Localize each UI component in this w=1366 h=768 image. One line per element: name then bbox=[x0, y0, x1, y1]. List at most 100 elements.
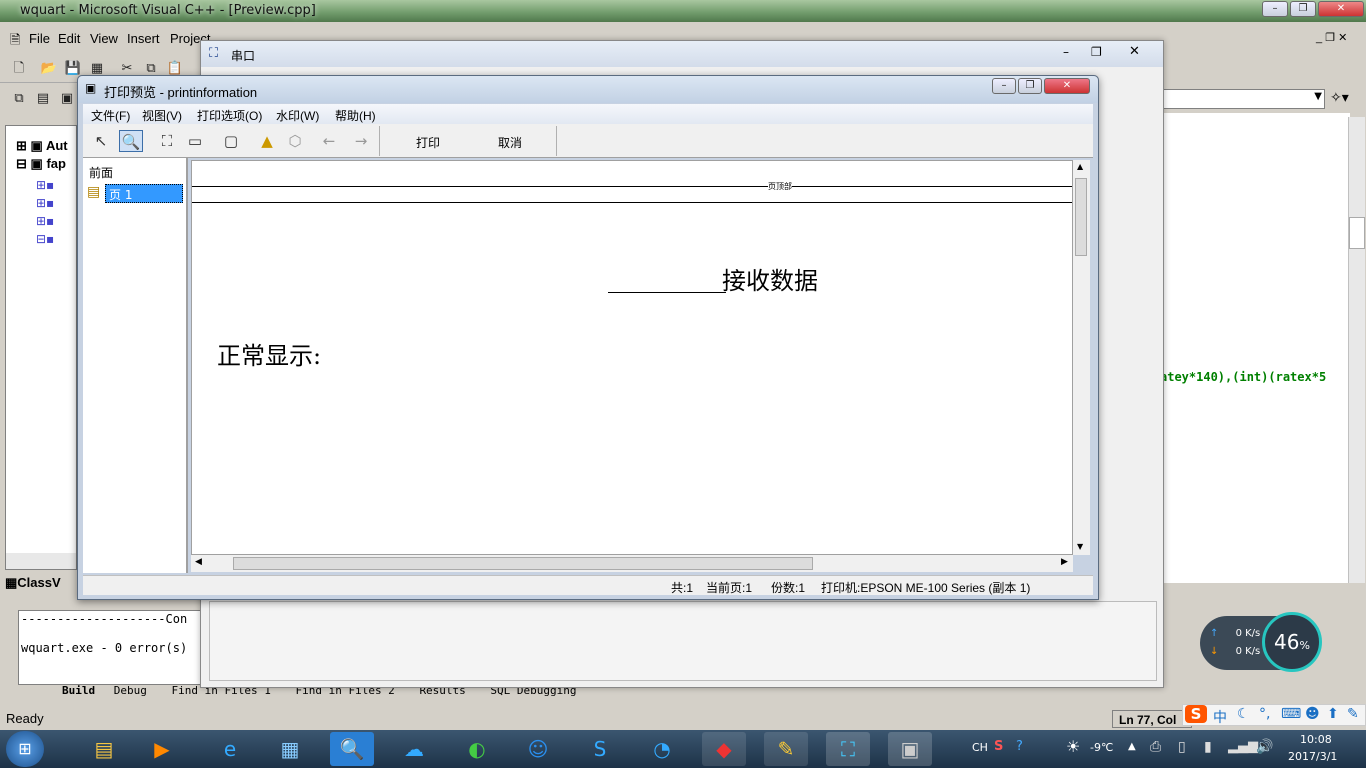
scroll-thumb[interactable] bbox=[1075, 178, 1087, 256]
tab-debug[interactable]: Debug bbox=[114, 684, 147, 697]
serial-minimize[interactable]: – bbox=[1063, 45, 1069, 59]
device-icon[interactable]: ▯ bbox=[1178, 739, 1186, 755]
pointer-icon[interactable]: ↖ bbox=[89, 130, 113, 152]
wrench-icon[interactable]: ✎ bbox=[1347, 706, 1359, 722]
workspace-tree[interactable]: ⊞ ▣ Aut ⊟ ▣ fap ⊞▪ ⊞▪ ⊞▪ ⊟▪ bbox=[5, 125, 77, 570]
scroll-right-icon[interactable]: ▶ bbox=[1061, 557, 1068, 567]
class-icon[interactable]: ▣ bbox=[58, 90, 76, 108]
open-folder-icon[interactable]: 📂 bbox=[40, 60, 58, 78]
prev-page-icon[interactable]: ← bbox=[317, 130, 341, 152]
media-player-icon[interactable]: ▶ bbox=[140, 732, 184, 766]
search-app-icon[interactable]: 🔍 bbox=[330, 732, 374, 766]
menu-insert[interactable]: Insert bbox=[127, 31, 160, 46]
collapse-icon[interactable]: ⊟ bbox=[16, 156, 27, 171]
tab-build[interactable]: Build bbox=[62, 684, 95, 697]
fit-page-icon[interactable]: ⛶ bbox=[155, 130, 179, 152]
maximize-button[interactable]: ❐ bbox=[1290, 1, 1316, 17]
minimize-button[interactable]: – bbox=[1262, 1, 1288, 17]
scroll-left-icon[interactable]: ◀ bbox=[195, 557, 202, 567]
code-editor[interactable] bbox=[1160, 113, 1350, 583]
menu-view[interactable]: View bbox=[90, 31, 118, 46]
contacts-icon[interactable]: ☺ bbox=[516, 732, 560, 766]
scroll-up-icon[interactable]: ▲ bbox=[1077, 162, 1083, 171]
weather-icon[interactable]: ☀ bbox=[1066, 737, 1080, 756]
preview-maximize[interactable]: ❐ bbox=[1018, 78, 1042, 94]
tree-hscrollbar[interactable] bbox=[6, 553, 76, 569]
clock-time[interactable]: 10:08 bbox=[1300, 733, 1332, 746]
signal-icon[interactable]: ▂▄▆ bbox=[1228, 739, 1258, 754]
tree-children[interactable]: ⊞▪ ⊞▪ ⊞▪ ⊟▪ bbox=[36, 176, 54, 248]
serial-close[interactable]: ✕ bbox=[1129, 44, 1140, 59]
ime-toolbar[interactable]: S 中 ☾ °, ⌨ ☻ ⬆ ✎ bbox=[1182, 704, 1366, 726]
film-icon[interactable]: ▦ bbox=[268, 732, 312, 766]
battery-icon[interactable]: ▮ bbox=[1204, 739, 1212, 755]
menu-view-cn[interactable]: 视图(V) bbox=[142, 107, 182, 124]
print-button[interactable]: 打印 bbox=[416, 134, 440, 151]
chevron-down-icon[interactable]: ▼ bbox=[1314, 91, 1322, 102]
serial-task-icon[interactable]: ⛶ bbox=[826, 732, 870, 766]
zoom-icon[interactable]: 🔍 bbox=[119, 130, 143, 152]
punct-icon[interactable]: °, bbox=[1259, 706, 1270, 722]
explorer-icon[interactable]: ▤ bbox=[82, 732, 126, 766]
wand-icon[interactable]: ✧▾ bbox=[1330, 90, 1349, 106]
tray-expand-icon[interactable]: ▲ bbox=[1128, 741, 1136, 752]
new-file-icon[interactable]: 🗋 bbox=[10, 60, 28, 78]
expand-icon[interactable]: ⊞ bbox=[16, 138, 27, 153]
menu-edit[interactable]: Edit bbox=[58, 31, 80, 46]
user-icon[interactable]: ☻ bbox=[1305, 706, 1320, 722]
scroll-thumb[interactable] bbox=[233, 557, 813, 570]
ie-icon[interactable]: e bbox=[208, 732, 252, 766]
lang-indicator[interactable]: CH bbox=[972, 741, 988, 754]
keyboard-icon[interactable]: ⌨ bbox=[1281, 706, 1301, 722]
editor-vscrollbar[interactable] bbox=[1348, 117, 1365, 583]
clock-date[interactable]: 2017/3/1 bbox=[1288, 750, 1337, 763]
classview-tab[interactable]: ▦ClassV bbox=[5, 575, 80, 595]
scroll-thumb[interactable] bbox=[1349, 217, 1365, 249]
ime-icon[interactable]: S bbox=[994, 739, 1003, 754]
chat-icon[interactable]: ◔ bbox=[640, 732, 684, 766]
printer-icon[interactable]: ⎙ bbox=[1150, 739, 1161, 755]
zoom-page-icon[interactable]: ▭ bbox=[183, 130, 207, 152]
mdi-controls[interactable]: _ ❐ ✕ bbox=[1316, 31, 1347, 44]
menu-file[interactable]: File bbox=[29, 31, 50, 46]
memory-percent[interactable]: 46% bbox=[1262, 612, 1322, 672]
preview-minimize[interactable]: – bbox=[992, 78, 1016, 94]
export-icon[interactable]: ▲ bbox=[255, 130, 279, 152]
ime-mode[interactable]: 中 bbox=[1213, 707, 1227, 727]
cloud-icon[interactable]: ☁ bbox=[392, 732, 436, 766]
shirt-icon[interactable]: ⬆ bbox=[1327, 706, 1339, 722]
print-preview-window[interactable]: ▣ 打印预览 - printinformation – ❐ ✕ 文件(F) 视图… bbox=[77, 75, 1099, 600]
browser-icon[interactable]: ◐ bbox=[455, 732, 499, 766]
scroll-down-icon[interactable]: ▼ bbox=[1077, 542, 1083, 551]
next-page-icon[interactable]: → bbox=[349, 130, 373, 152]
sogou-icon[interactable]: S bbox=[578, 732, 622, 766]
sogou-logo-icon[interactable]: S bbox=[1185, 705, 1207, 723]
menu-help-cn[interactable]: 帮助(H) bbox=[335, 107, 376, 124]
close-button[interactable]: ✕ bbox=[1318, 1, 1364, 17]
volume-icon[interactable]: 🔊 bbox=[1256, 739, 1273, 755]
serial-maximize[interactable]: ❐ bbox=[1091, 45, 1102, 59]
output-pane[interactable]: --------------------Con wquart.exe - 0 e… bbox=[18, 610, 208, 685]
tree-item-fap[interactable]: ⊟ ▣ fap bbox=[16, 156, 66, 172]
vc-task-icon[interactable]: ◆ bbox=[702, 732, 746, 766]
help-icon[interactable]: ? bbox=[1016, 739, 1023, 754]
wizard-combo[interactable]: ▼ bbox=[1160, 89, 1325, 109]
page-vscrollbar[interactable]: ▲ ▼ bbox=[1073, 160, 1090, 555]
wizard-bar-icon[interactable]: ▤ bbox=[34, 90, 52, 108]
page-list[interactable]: 前面 ▤ 页 1 bbox=[83, 158, 188, 573]
tree-item-aut[interactable]: ⊞ ▣ Aut bbox=[16, 138, 68, 154]
workspace-icon[interactable]: ⧉ bbox=[10, 90, 28, 108]
page-list-item[interactable]: 页 1 bbox=[105, 184, 183, 203]
page-hscrollbar[interactable]: ◀ ▶ bbox=[191, 555, 1073, 572]
cancel-button[interactable]: 取消 bbox=[498, 134, 522, 151]
start-button[interactable]: ⊞ bbox=[6, 731, 44, 767]
page-frame-icon[interactable]: ▢ bbox=[219, 130, 243, 152]
paint-task-icon[interactable]: ✎ bbox=[764, 732, 808, 766]
preview-close[interactable]: ✕ bbox=[1044, 78, 1090, 94]
status-copies: 份数:1 bbox=[771, 581, 806, 595]
preview-task-icon[interactable]: ▣ bbox=[888, 732, 932, 766]
moon-icon[interactable]: ☾ bbox=[1237, 706, 1250, 722]
menu-file-cn[interactable]: 文件(F) bbox=[91, 107, 130, 124]
menu-watermark[interactable]: 水印(W) bbox=[276, 107, 319, 124]
menu-print-options[interactable]: 打印选项(O) bbox=[197, 107, 262, 124]
